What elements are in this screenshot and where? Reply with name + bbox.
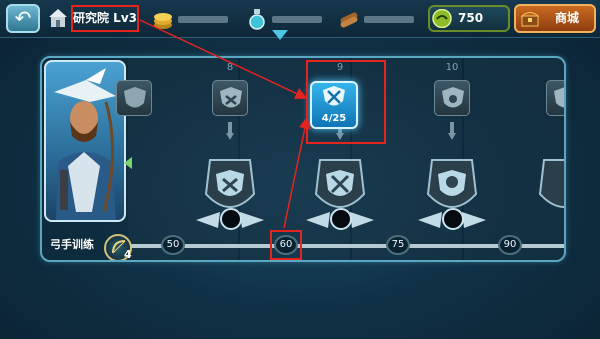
arrow-down-icon xyxy=(226,122,234,140)
track-level-node: 90 xyxy=(498,235,522,255)
arrow-down-icon xyxy=(448,122,456,140)
reward-slot xyxy=(442,208,464,230)
shield-skill-icon xyxy=(124,87,146,108)
shield-skill-icon xyxy=(554,87,564,108)
column-level-number xyxy=(94,62,174,74)
treasure-chest-icon xyxy=(520,12,540,27)
column-level-number: 10 xyxy=(445,62,459,73)
potion-amount-bar xyxy=(272,16,322,23)
column-level-number: 8 xyxy=(226,62,234,73)
shop-button[interactable]: 商城 xyxy=(514,4,596,33)
gem-coin-icon xyxy=(432,9,452,28)
gem-amount: 750 xyxy=(458,11,484,25)
tab-pointer-icon xyxy=(272,30,288,40)
potion-flask-icon xyxy=(249,9,265,30)
research-column[interactable] xyxy=(94,58,174,260)
gold-amount-bar xyxy=(178,16,228,23)
reward-slot xyxy=(220,208,242,230)
shop-label: 商城 xyxy=(554,11,579,25)
building-icon xyxy=(49,9,67,27)
shield-skill-icon xyxy=(220,87,242,108)
back-arrow-icon: ↶ xyxy=(14,6,32,30)
skill-card-locked[interactable] xyxy=(546,80,564,116)
shield-reward-icon xyxy=(538,159,564,208)
research-column[interactable]: 8 xyxy=(190,58,270,260)
skill-level-badge: 4 xyxy=(104,234,132,261)
top-bar: ↶ 研究院 Lv3 750 商城 xyxy=(0,0,600,38)
skill-card-locked[interactable] xyxy=(434,80,470,116)
research-column[interactable] xyxy=(524,58,564,260)
highlight-level-node xyxy=(270,230,302,260)
skill-card-locked[interactable] xyxy=(116,80,152,116)
track-level-node: 75 xyxy=(386,235,410,255)
research-panel: 弓手训练 8 9 10 4/25 50 60 75 90 4 xyxy=(40,56,566,262)
skill-level: 4 xyxy=(124,248,132,261)
back-button[interactable]: ↶ xyxy=(6,4,40,33)
wood-logs-icon xyxy=(340,12,358,28)
gold-coins-icon xyxy=(154,13,172,29)
building-title: 研究院 Lv3 xyxy=(71,5,139,32)
track-level-node: 50 xyxy=(161,235,185,255)
highlight-active-card xyxy=(306,60,386,144)
shield-skill-icon xyxy=(442,87,464,108)
wood-amount-bar xyxy=(364,16,414,23)
column-level-number xyxy=(524,62,564,74)
gem-counter[interactable]: 750 xyxy=(428,5,510,32)
skill-card-locked[interactable] xyxy=(212,80,248,116)
reward-slot xyxy=(330,208,352,230)
research-column[interactable]: 10 xyxy=(412,58,492,260)
